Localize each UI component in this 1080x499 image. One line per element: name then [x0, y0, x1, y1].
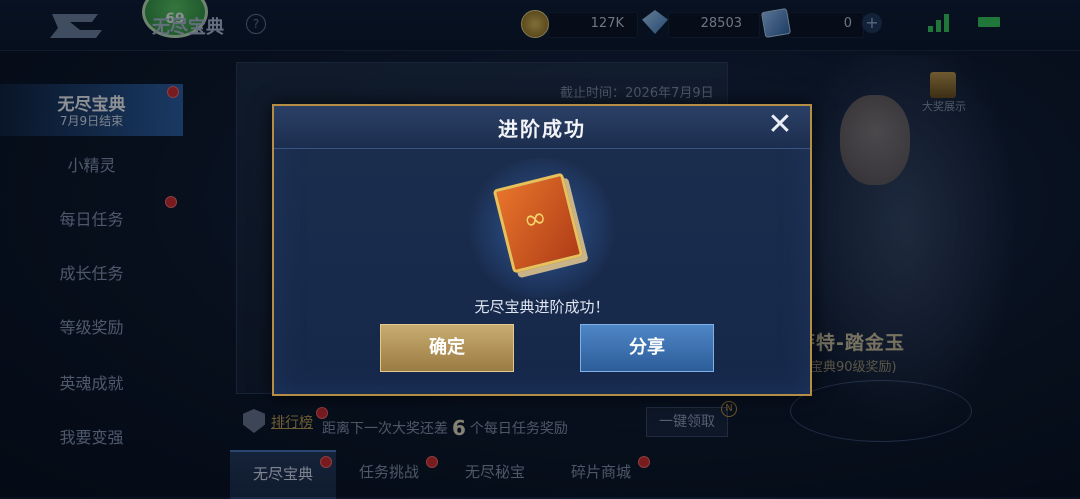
share-button[interactable]: 分享 — [580, 324, 714, 372]
dialog-message: 无尽宝典进阶成功！ — [474, 298, 610, 316]
dialog-title: 进阶成功 — [498, 117, 586, 141]
dialog-header: 进阶成功 ✕ — [274, 106, 810, 149]
confirm-button[interactable]: 确定 — [380, 324, 514, 372]
level-up-dialog: 进阶成功 ✕ ∞ 无尽宝典进阶成功！ 确定 分享 — [272, 104, 812, 396]
close-icon[interactable]: ✕ — [764, 110, 796, 142]
